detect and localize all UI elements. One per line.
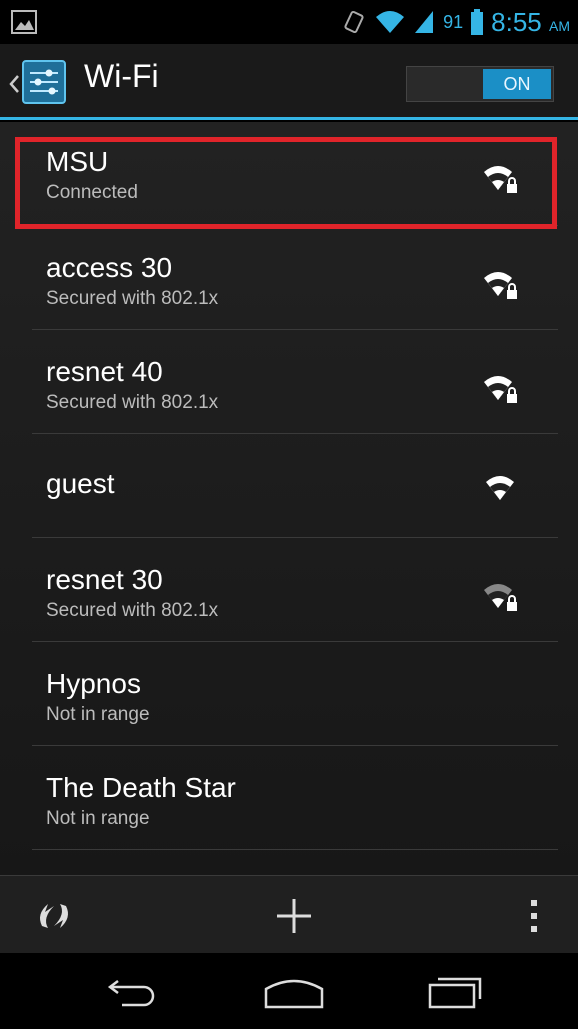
bottom-action-bar	[0, 875, 578, 953]
back-chevron-icon	[9, 75, 19, 93]
network-status: Secured with 802.1x	[46, 392, 219, 413]
wifi-open-icon	[486, 476, 514, 500]
add-network-icon[interactable]	[274, 896, 314, 936]
network-list: MSU Connected access 30 Secured with 802…	[0, 122, 578, 875]
action-bar: Wi-Fi ON	[0, 44, 578, 120]
wifi-toggle[interactable]: ON	[406, 66, 554, 102]
network-ssid: resnet 40	[46, 356, 163, 387]
network-ssid: Hypnos	[46, 668, 141, 699]
overflow-menu-icon[interactable]	[526, 896, 542, 936]
clock-ampm: AM	[549, 17, 570, 34]
wifi-secured-icon	[484, 166, 517, 193]
navigation-bar	[0, 953, 578, 1029]
gallery-notification-icon	[11, 10, 37, 34]
toggle-on-label: ON	[483, 69, 551, 99]
network-status: Secured with 802.1x	[46, 288, 219, 309]
vibrate-icon	[344, 10, 364, 34]
recent-apps-icon[interactable]	[424, 971, 488, 1011]
network-status: Connected	[46, 182, 138, 203]
wps-icon[interactable]	[34, 896, 74, 936]
network-ssid: MSU	[46, 146, 109, 177]
status-bar: 91 8:55 AM	[0, 0, 578, 44]
network-ssid: access 30	[46, 252, 173, 283]
network-item-access-30[interactable]: access 30 Secured with 802.1x	[32, 226, 558, 330]
network-ssid: resnet 30	[46, 564, 163, 595]
up-button[interactable]	[6, 54, 74, 110]
page-title: Wi-Fi	[84, 58, 159, 94]
network-item-guest[interactable]: guest	[32, 434, 558, 538]
clock: 8:55 AM	[491, 7, 570, 38]
network-ssid: guest	[46, 468, 115, 499]
battery-icon	[471, 9, 484, 35]
wifi-secured-icon	[484, 272, 517, 299]
network-status: Secured with 802.1x	[46, 600, 219, 621]
wifi-status-icon	[376, 11, 405, 33]
signal-icon	[415, 11, 434, 33]
settings-app-icon	[22, 60, 66, 104]
network-item-the-death-star[interactable]: The Death Star Not in range	[32, 746, 558, 850]
clock-time: 8:55	[491, 6, 542, 37]
network-item-resnet-40[interactable]: resnet 40 Secured with 802.1x	[32, 330, 558, 434]
network-status: Not in range	[46, 808, 150, 829]
home-icon[interactable]	[262, 971, 326, 1011]
network-ssid: The Death Star	[46, 772, 236, 803]
wifi-secured-icon	[484, 376, 517, 403]
battery-percent: 91	[443, 11, 464, 32]
network-item-hypnos[interactable]: Hypnos Not in range	[32, 642, 558, 746]
network-status: Not in range	[46, 704, 150, 725]
network-item-msu[interactable]: MSU Connected	[32, 122, 558, 226]
wifi-secured-weak-icon	[484, 584, 517, 611]
back-icon[interactable]	[104, 973, 164, 1009]
network-item-resnet-30[interactable]: resnet 30 Secured with 802.1x	[32, 538, 558, 642]
